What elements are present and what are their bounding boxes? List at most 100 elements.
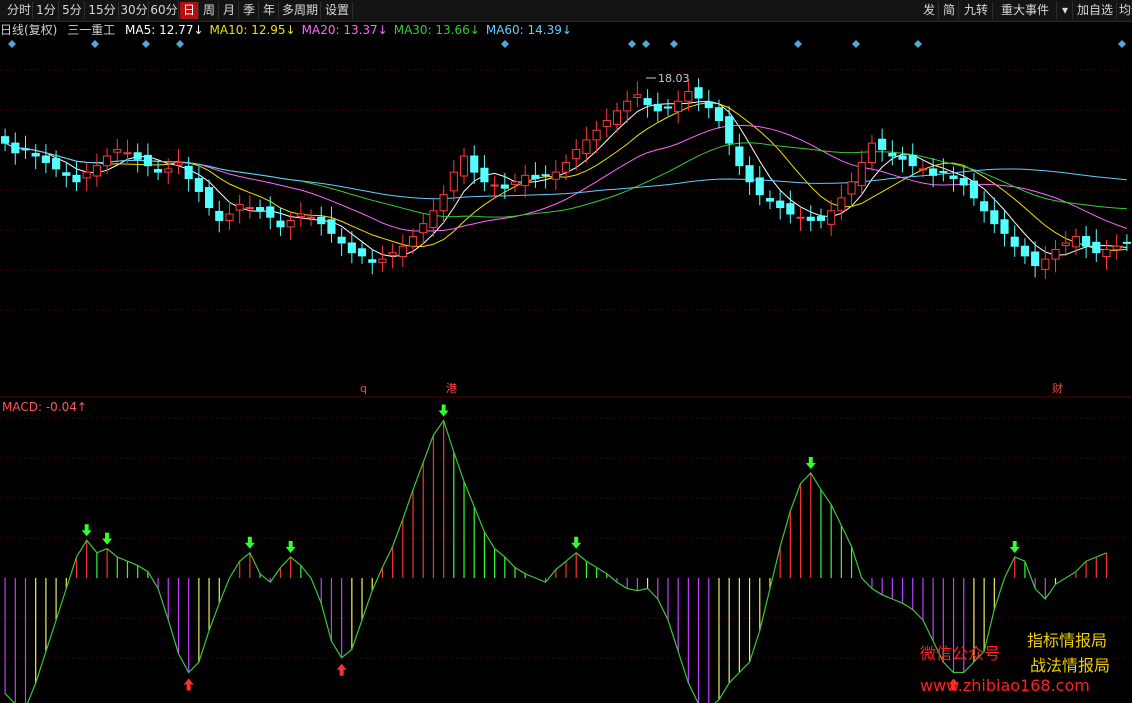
candle-body xyxy=(623,100,632,112)
candle-body xyxy=(276,220,285,228)
candle-body xyxy=(1122,241,1131,244)
candle-body xyxy=(949,175,958,180)
candle-body xyxy=(633,94,642,98)
candle-body xyxy=(439,194,448,212)
watermark-indicator: 指标情报局 xyxy=(1027,631,1108,650)
candle-body xyxy=(714,107,724,122)
candle-body xyxy=(531,174,540,180)
candle-body xyxy=(347,242,356,254)
candle-body xyxy=(317,216,326,225)
candle-body xyxy=(368,259,377,263)
candle-body xyxy=(1000,219,1009,234)
candle-body xyxy=(735,146,744,167)
event-diamond-icon xyxy=(670,40,678,48)
candle-body xyxy=(1102,248,1111,258)
candle-body xyxy=(388,252,397,256)
event-diamond-icon xyxy=(914,40,922,48)
candle-body xyxy=(959,178,968,186)
candle-body xyxy=(1092,241,1101,254)
candle-body xyxy=(521,174,530,187)
candle-body xyxy=(480,167,489,183)
candle-body xyxy=(980,201,989,212)
candle-body xyxy=(1,136,10,144)
kline-chart: 18.03 q 港 财 xyxy=(0,40,1132,703)
candle-body xyxy=(725,116,734,144)
candle-body xyxy=(867,142,877,163)
candle-body xyxy=(816,216,826,221)
candle-body xyxy=(561,161,571,173)
event-diamond-icon xyxy=(176,40,184,48)
candle-body xyxy=(878,138,887,151)
candle-body xyxy=(806,216,815,221)
candle-body xyxy=(337,236,346,244)
candle-body xyxy=(398,245,407,258)
candle-body xyxy=(143,154,152,167)
candle-body xyxy=(490,184,499,187)
candle-body xyxy=(755,177,764,196)
event-diamond-icon xyxy=(8,40,16,48)
candle-body xyxy=(745,165,754,183)
candle-body xyxy=(62,172,71,176)
candle-body xyxy=(653,103,662,112)
candle-body xyxy=(419,223,428,234)
candle-body xyxy=(204,187,214,209)
candle-body xyxy=(541,174,550,177)
candle-body xyxy=(827,210,836,225)
candle-body xyxy=(72,174,81,183)
candle-body xyxy=(776,200,785,209)
candle-body xyxy=(572,149,581,160)
candle-body xyxy=(286,219,295,228)
candle-body xyxy=(266,206,275,218)
candle-body xyxy=(184,165,193,180)
candle-body xyxy=(429,210,438,229)
candle-body xyxy=(357,248,367,257)
event-diamond-icon xyxy=(628,40,636,48)
candle-body xyxy=(378,258,387,263)
candle-body xyxy=(327,219,336,234)
candle-body xyxy=(306,216,316,219)
candle-body xyxy=(510,181,520,185)
sell-arrow-icon xyxy=(102,532,113,545)
candle-body xyxy=(612,110,622,125)
candle-body xyxy=(123,152,132,155)
candle-body xyxy=(582,139,591,154)
cai-label: 财 xyxy=(1052,381,1063,395)
watermark-wechat: 微信公众号 xyxy=(920,644,1001,663)
candle-body xyxy=(1082,236,1091,247)
candle-body xyxy=(41,155,50,163)
candle-body xyxy=(592,129,601,141)
macd-label: MACD: -0.04↑ xyxy=(2,400,87,414)
event-diamond-icon xyxy=(1118,40,1126,48)
candle-body xyxy=(1041,258,1050,270)
watermark-url: www.zhibiao168.com xyxy=(920,676,1090,695)
event-diamond-icon xyxy=(642,40,650,48)
candle-body xyxy=(898,155,907,160)
event-diamond-icon xyxy=(794,40,802,48)
candle-body xyxy=(459,155,469,177)
candle-body xyxy=(918,168,928,171)
candle-body xyxy=(602,120,611,127)
event-diamond-icon xyxy=(142,40,150,48)
max-price-label: 18.03 xyxy=(658,72,690,85)
candle-body xyxy=(796,216,805,219)
candle-body xyxy=(704,101,713,109)
sell-arrow-icon xyxy=(805,457,816,469)
candle-body xyxy=(1010,236,1019,247)
candle-body xyxy=(133,152,142,160)
candle-body xyxy=(888,152,897,157)
candle-body xyxy=(113,149,122,153)
candle-body xyxy=(235,203,244,211)
candle-body xyxy=(21,148,30,151)
candle-body xyxy=(1061,242,1070,247)
candle-body xyxy=(500,184,509,189)
candle-body xyxy=(103,155,112,167)
candle-body xyxy=(1020,245,1029,257)
candle-body xyxy=(939,170,948,173)
buy-arrow-icon xyxy=(336,663,347,676)
gang-label: 港 xyxy=(446,382,457,395)
candle-body xyxy=(215,210,224,221)
candle-body xyxy=(1112,245,1121,250)
candle-body xyxy=(225,213,234,221)
candle-body xyxy=(908,154,917,167)
candle-body xyxy=(857,161,866,187)
